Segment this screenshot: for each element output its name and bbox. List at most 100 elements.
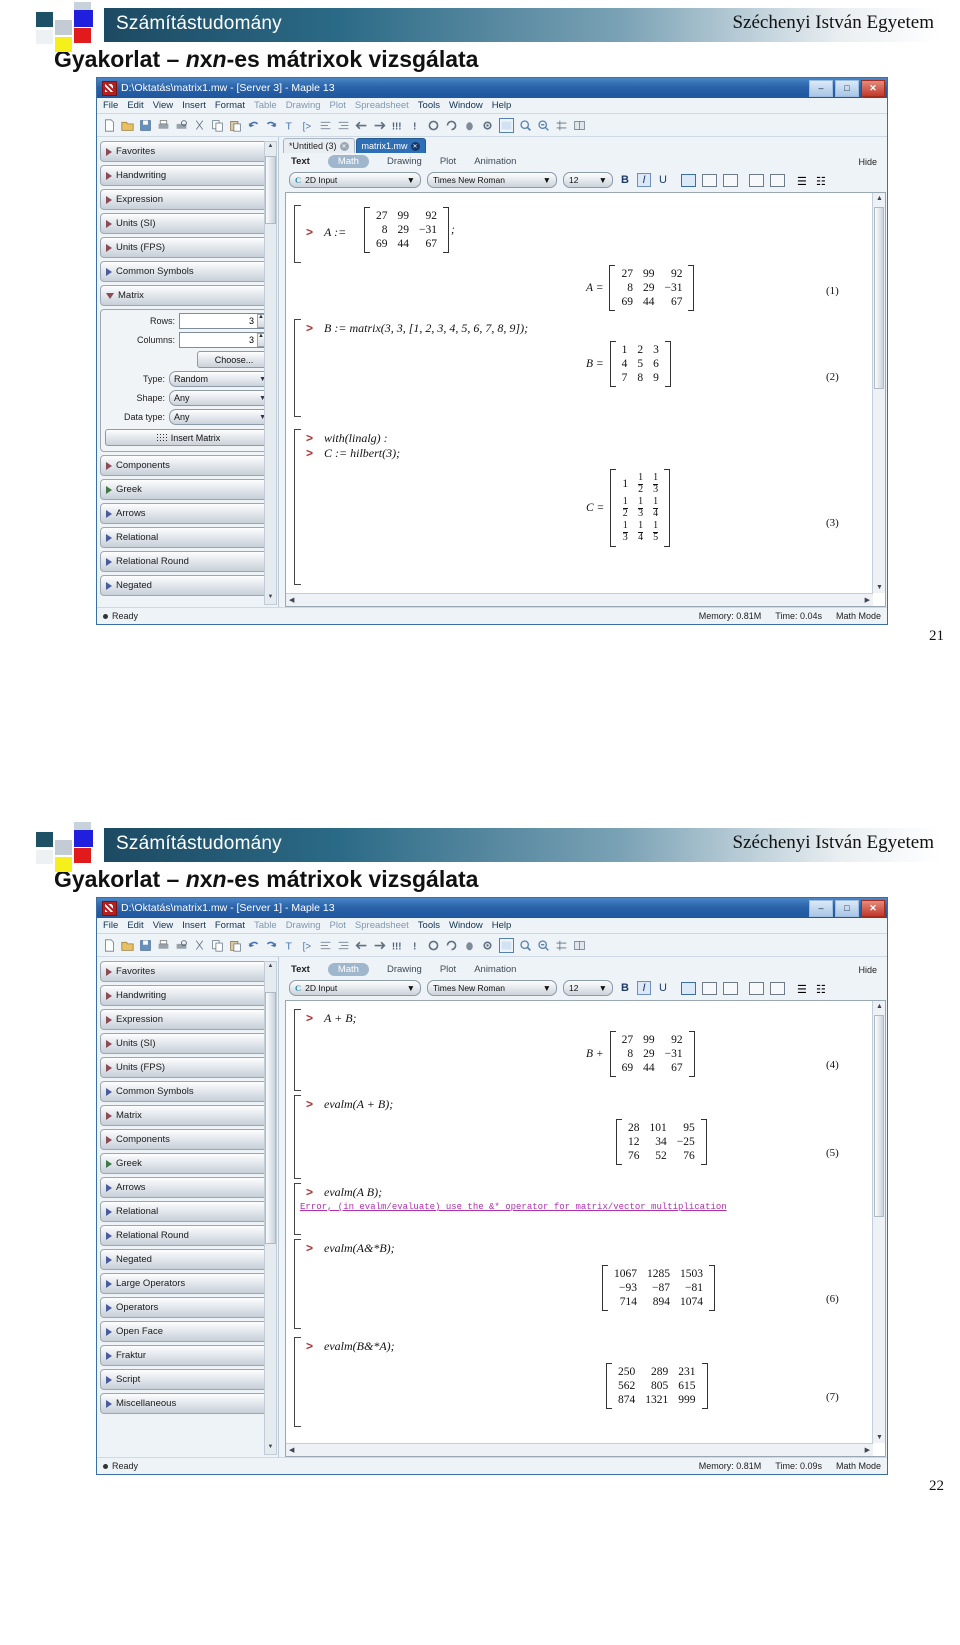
execute-all-icon[interactable]: !!!	[391, 119, 404, 132]
menu-table[interactable]: Table	[254, 100, 277, 111]
menu-drawing[interactable]: Drawing	[286, 100, 321, 111]
scroll-up-icon[interactable]: ▲	[266, 963, 275, 972]
mode-animation[interactable]: Animation	[474, 156, 516, 167]
palette-scrollbar[interactable]: ▲ ▼	[264, 961, 277, 1455]
menu-window[interactable]: Window	[449, 920, 483, 931]
scroll-down-icon[interactable]: ▼	[266, 1444, 275, 1453]
align-left-icon[interactable]	[681, 173, 696, 187]
mode-drawing[interactable]: Drawing	[387, 156, 422, 167]
help-book-icon[interactable]	[573, 119, 586, 132]
tab-matrix1[interactable]: matrix1.mw ✕	[355, 138, 426, 153]
palette-item-expression[interactable]: Expression	[100, 189, 276, 210]
open-folder-icon[interactable]	[121, 939, 134, 952]
scroll-down-icon[interactable]: ▼	[876, 584, 883, 591]
numbered-list-icon[interactable]: ☷	[816, 983, 829, 996]
tab-untitled[interactable]: *Untitled (3) ✕	[283, 138, 355, 153]
input-line-apb[interactable]: > A + B;	[306, 1011, 357, 1026]
vscroll-thumb[interactable]	[874, 207, 884, 389]
font-size-select[interactable]: 12 ▼	[563, 980, 613, 996]
cut-icon[interactable]	[193, 119, 206, 132]
palette-item-large-operators[interactable]: Large Operators	[100, 1273, 276, 1294]
palette-item-matrix[interactable]: Matrix	[100, 285, 276, 306]
palette-item-handwriting[interactable]: Handwriting	[100, 165, 276, 186]
menu-spreadsheet[interactable]: Spreadsheet	[355, 920, 409, 931]
print-preview-icon[interactable]	[175, 939, 188, 952]
outdent-icon[interactable]	[337, 119, 350, 132]
new-document-icon[interactable]	[103, 118, 116, 132]
menu-window[interactable]: Window	[449, 100, 483, 111]
debug-icon[interactable]	[463, 119, 476, 132]
interrupt-icon[interactable]	[445, 939, 458, 952]
palette-sidebar[interactable]: Favorites Handwriting Expression Units (…	[97, 137, 279, 607]
menu-format[interactable]: Format	[215, 920, 245, 931]
palette-scroll-thumb[interactable]	[265, 156, 276, 224]
scroll-left-icon[interactable]: ◀	[289, 596, 294, 604]
mode-bar[interactable]: Text Math Drawing Plot Animation Hide	[279, 153, 887, 170]
zoom-out-icon[interactable]	[537, 939, 550, 952]
mode-math[interactable]: Math	[327, 155, 369, 168]
palette-item-units-si[interactable]: Units (SI)	[100, 1033, 276, 1054]
bold-button[interactable]: B	[619, 174, 631, 186]
palette-item-components[interactable]: Components	[100, 1129, 276, 1150]
menu-file[interactable]: File	[103, 100, 118, 111]
menu-edit[interactable]: Edit	[127, 100, 143, 111]
scroll-right-icon[interactable]: ▶	[865, 596, 870, 604]
type-select[interactable]: Random ▼	[169, 371, 271, 387]
execute-icon[interactable]: !	[409, 119, 422, 132]
worksheet-canvas[interactable]: > A + B; B + 27 99 92 8 29 −31 69 44 67 (4)	[285, 1000, 886, 1457]
mode-animation[interactable]: Animation	[474, 964, 516, 975]
math-mode-icon[interactable]: [>	[301, 939, 314, 952]
palette-item-relational-round[interactable]: Relational Round	[100, 1225, 276, 1246]
mode-text[interactable]: Text	[291, 156, 310, 167]
zoom-fit-icon[interactable]	[499, 937, 514, 953]
palette-item-matrix[interactable]: Matrix	[100, 1105, 276, 1126]
menu-drawing[interactable]: Drawing	[286, 920, 321, 931]
input-line-b[interactable]: > B := matrix(3, 3, [1, 2, 3, 4, 5, 6, 7…	[306, 321, 528, 336]
align-icon[interactable]	[555, 939, 568, 952]
align-center-icon[interactable]	[702, 173, 717, 187]
text-mode-icon[interactable]: T	[283, 119, 296, 132]
menu-table[interactable]: Table	[254, 920, 277, 931]
palette-item-operators[interactable]: Operators	[100, 1297, 276, 1318]
vscroll-thumb[interactable]	[874, 1015, 884, 1217]
maximize-button[interactable]: □	[835, 899, 859, 917]
back-arrow-icon[interactable]	[355, 939, 368, 952]
palette-sidebar[interactable]: Favorites Handwriting Expression Units (…	[97, 957, 279, 1457]
bold-button[interactable]: B	[619, 982, 631, 994]
insert-section-icon[interactable]	[749, 981, 764, 995]
copy-icon[interactable]	[211, 939, 224, 952]
cut-icon[interactable]	[193, 939, 206, 952]
interrupt-icon[interactable]	[445, 119, 458, 132]
input-line-evalm-amb[interactable]: > evalm(A&*B);	[306, 1241, 395, 1256]
new-document-icon[interactable]	[103, 938, 116, 952]
hide-button[interactable]: Hide	[858, 965, 877, 975]
palette-item-units-si[interactable]: Units (SI)	[100, 213, 276, 234]
maximize-button[interactable]: □	[835, 79, 859, 97]
menu-tools[interactable]: Tools	[418, 920, 440, 931]
palette-item-handwriting[interactable]: Handwriting	[100, 985, 276, 1006]
input-mode-select[interactable]: C 2D Input ▼	[289, 980, 421, 996]
scroll-left-icon[interactable]: ◀	[289, 1446, 294, 1454]
insert-matrix-button[interactable]: Insert Matrix	[105, 429, 271, 446]
debug-icon[interactable]	[463, 939, 476, 952]
indent-icon[interactable]	[319, 119, 332, 132]
palette-item-negated[interactable]: Negated	[100, 575, 276, 596]
settings-gear-icon[interactable]	[481, 119, 494, 132]
print-preview-icon[interactable]	[175, 119, 188, 132]
outdent-icon[interactable]	[337, 939, 350, 952]
palette-item-script[interactable]: Script	[100, 1369, 276, 1390]
toolbar[interactable]: T [> !!! !	[97, 114, 887, 137]
mode-bar[interactable]: Text Math Drawing Plot Animation Hide	[279, 961, 887, 978]
font-family-select[interactable]: Times New Roman ▼	[427, 980, 557, 996]
palette-item-units-fps[interactable]: Units (FPS)	[100, 237, 276, 258]
input-line-hilbert[interactable]: > C := hilbert(3);	[306, 446, 400, 461]
palette-item-arrows[interactable]: Arrows	[100, 1177, 276, 1198]
font-family-select[interactable]: Times New Roman ▼	[427, 172, 557, 188]
mode-text[interactable]: Text	[291, 964, 310, 975]
scroll-down-icon[interactable]: ▼	[876, 1434, 883, 1441]
hide-button[interactable]: Hide	[858, 157, 877, 167]
mode-plot[interactable]: Plot	[440, 156, 456, 167]
document-tabs[interactable]: *Untitled (3) ✕ matrix1.mw ✕	[279, 137, 887, 153]
mode-plot[interactable]: Plot	[440, 964, 456, 975]
font-toolbar[interactable]: C 2D Input ▼ Times New Roman ▼ 12 ▼ B I U ☰ …	[279, 978, 887, 998]
